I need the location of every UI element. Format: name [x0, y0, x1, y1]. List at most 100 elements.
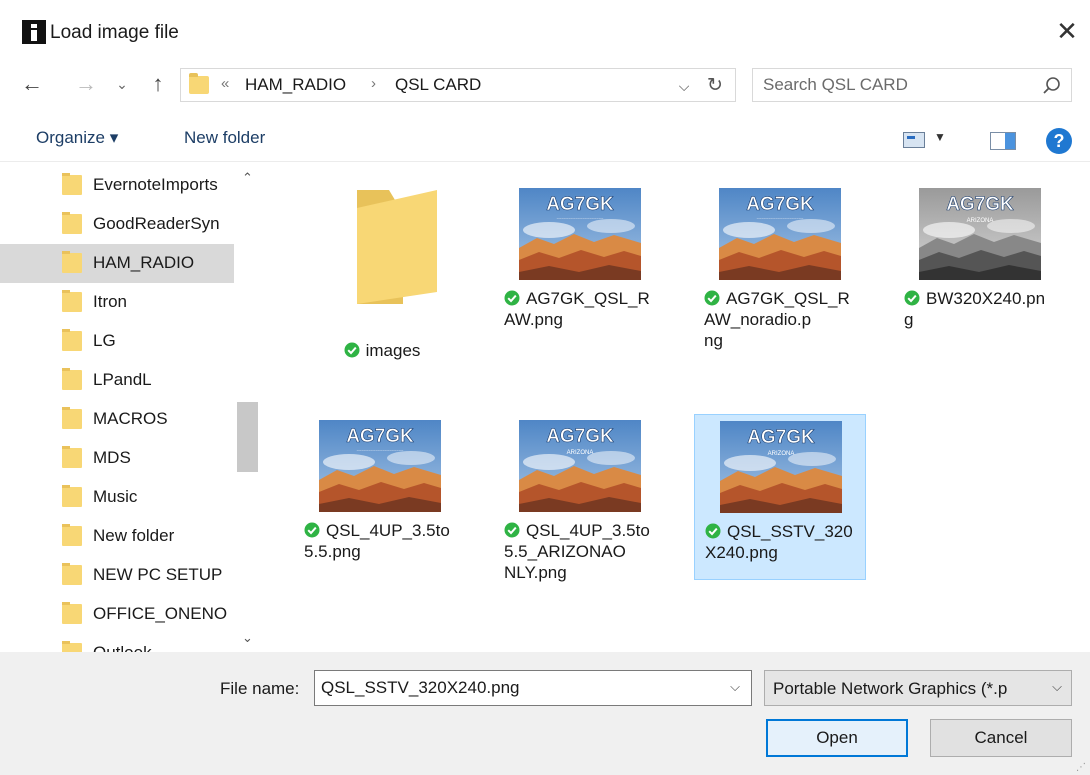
svg-text:ARIZONA: ARIZONA: [967, 218, 994, 224]
folder-icon: [62, 212, 82, 234]
sync-status-icon: [705, 523, 721, 539]
image-thumbnail: AG7GK ARIZONA: [519, 420, 641, 512]
sync-status-icon: [504, 290, 520, 306]
image-thumbnail: AG7GK ARIZONA: [919, 188, 1041, 280]
nav-item[interactable]: NEW PC SETUP: [0, 556, 234, 595]
preview-pane-icon[interactable]: [990, 132, 1016, 150]
svg-text:ARIZONA: ARIZONA: [567, 450, 594, 456]
file-list: images AG7GK ~~~~~~~~~~~~~~~~~~~~ AG7GK_QSL…: [264, 164, 1090, 652]
back-button[interactable]: ←: [18, 70, 46, 98]
folder-icon: [62, 602, 82, 624]
folder-icon: [62, 173, 82, 195]
search-icon[interactable]: [1041, 75, 1063, 97]
folder-icon: [62, 446, 82, 468]
sync-status-icon: [504, 522, 520, 538]
scroll-thumb[interactable]: [237, 402, 258, 472]
file-name-line: AG7GK_QSL_R: [526, 289, 650, 308]
svg-text:~~~~~~~~~~~~~~~~~~~~: ~~~~~~~~~~~~~~~~~~~~: [757, 216, 804, 221]
organize-button[interactable]: Organize ▾: [36, 128, 118, 148]
file-name-line: QSL_4UP_3.5to: [526, 521, 650, 540]
nav-item[interactable]: LG: [0, 322, 234, 361]
nav-item[interactable]: LPandL: [0, 361, 234, 400]
file-name-dropdown-button[interactable]: ⌵: [725, 679, 745, 699]
file-name-line: NLY.png: [504, 563, 567, 582]
cancel-button[interactable]: Cancel: [930, 719, 1072, 757]
file-type-dropdown-arrow[interactable]: ⌵: [1047, 679, 1067, 699]
nav-item[interactable]: HAM_RADIO: [0, 244, 234, 283]
folder-icon: [189, 73, 209, 94]
nav-item-label: GoodReaderSyn: [93, 214, 220, 233]
recent-locations-button[interactable]: ⌄: [108, 70, 136, 98]
nav-item[interactable]: Outlook: [0, 634, 234, 652]
view-options-dropdown[interactable]: ▼: [934, 130, 946, 144]
file-item[interactable]: AG7GK ~~~~~~~~~~~~~~~~~~~~ AG7GK_QSL_R AW_n…: [694, 182, 866, 350]
breadcrumb-overflow[interactable]: «: [221, 75, 229, 92]
up-folder-button[interactable]: ↑: [144, 70, 172, 98]
file-name-input[interactable]: [321, 676, 711, 700]
nav-item-label: EvernoteImports: [93, 175, 218, 194]
resize-grip[interactable]: ⋰: [1076, 762, 1086, 773]
svg-text:AG7GK: AG7GK: [746, 194, 814, 215]
sync-status-icon: [704, 290, 720, 306]
nav-item[interactable]: MDS: [0, 439, 234, 478]
nav-item[interactable]: GoodReaderSyn: [0, 205, 234, 244]
file-name-combobox[interactable]: ⌵: [314, 670, 752, 706]
nav-item-label: LG: [93, 331, 116, 350]
file-name-line: g: [904, 310, 914, 329]
scroll-down-arrow[interactable]: ⌄: [235, 630, 260, 648]
folder-icon: [62, 563, 82, 585]
file-name-line: AW_noradio.p: [704, 310, 812, 329]
nav-item-label: LPandL: [93, 370, 152, 389]
svg-text:AG7GK: AG7GK: [946, 194, 1014, 215]
file-dialog-footer: File name: ⌵ Portable Network Graphics (…: [0, 652, 1090, 775]
refresh-button[interactable]: ↻: [701, 73, 729, 99]
nav-item[interactable]: Itron: [0, 283, 234, 322]
address-bar[interactable]: « HAM_RADIO › QSL CARD ⌵ ↻: [180, 68, 736, 102]
close-button[interactable]: ✕: [1050, 14, 1084, 48]
search-box[interactable]: [752, 68, 1072, 102]
file-item[interactable]: AG7GK ARIZONA BW320X240.pn g: [894, 182, 1066, 348]
nav-item[interactable]: EvernoteImports: [0, 166, 234, 205]
file-item[interactable]: AG7GK ARIZONA QSL_4UP_3.5to 5.5_ARIZONAO NLY…: [494, 414, 666, 583]
command-bar: Organize ▾ New folder ▼ ?: [0, 116, 1090, 162]
file-item[interactable]: AG7GK ARIZONA QSL_SSTV_320 X240.png: [694, 414, 866, 580]
forward-button[interactable]: →: [72, 70, 100, 98]
file-type-select[interactable]: Portable Network Graphics (*.p ⌵: [764, 670, 1072, 706]
scroll-up-arrow[interactable]: ⌃: [235, 170, 260, 188]
nav-item[interactable]: New folder: [0, 517, 234, 556]
address-dropdown-button[interactable]: ⌵: [673, 75, 695, 97]
search-input[interactable]: [763, 73, 1023, 97]
change-view-icon[interactable]: [903, 132, 925, 148]
nav-scrollbar[interactable]: ⌃ ⌄: [235, 164, 260, 652]
image-thumbnail: AG7GK ~~~~~~~~~~~~~~~~~~~~: [519, 188, 641, 280]
image-thumbnail: AG7GK ARIZONA: [720, 421, 842, 513]
file-name-line: ng: [704, 331, 723, 350]
file-name-line: AW.png: [504, 310, 563, 329]
breadcrumb-separator[interactable]: ›: [371, 75, 376, 92]
nav-item[interactable]: Music: [0, 478, 234, 517]
nav-item[interactable]: MACROS: [0, 400, 234, 439]
file-name-line: X240.png: [705, 543, 778, 562]
breadcrumb-ham-radio[interactable]: HAM_RADIO: [245, 75, 346, 95]
nav-item-label: NEW PC SETUP: [93, 565, 223, 584]
folder-item[interactable]: images: [294, 178, 466, 378]
help-icon[interactable]: ?: [1046, 128, 1072, 154]
new-folder-button[interactable]: New folder: [184, 128, 265, 148]
file-name-line: 5.5.png: [304, 542, 361, 561]
folder-icon: [319, 180, 441, 310]
svg-text:AG7GK: AG7GK: [546, 426, 614, 447]
app-info-icon: [22, 20, 46, 44]
file-item[interactable]: AG7GK ~~~~~~~~~~~~~~~~~~~~ QSL_4UP_3.5to 5.…: [294, 414, 466, 580]
nav-item-label: New folder: [93, 526, 175, 545]
open-button[interactable]: Open: [766, 719, 908, 757]
file-item[interactable]: AG7GK ~~~~~~~~~~~~~~~~~~~~ AG7GK_QSL_R AW.p…: [494, 182, 666, 348]
breadcrumb-qsl-card[interactable]: QSL CARD: [395, 75, 481, 95]
nav-item[interactable]: OFFICE_ONENO: [0, 595, 234, 634]
file-name-label: QSL_4UP_3.5to 5.5_ARIZONAO NLY.png: [504, 520, 660, 583]
svg-text:AG7GK: AG7GK: [747, 427, 815, 448]
file-name-label: BW320X240.pn g: [904, 288, 1060, 330]
file-name-label: AG7GK_QSL_R AW.png: [504, 288, 660, 330]
svg-text:AG7GK: AG7GK: [346, 426, 414, 447]
file-name-line: QSL_SSTV_320: [727, 522, 853, 541]
svg-text:~~~~~~~~~~~~~~~~~~~~: ~~~~~~~~~~~~~~~~~~~~: [357, 448, 404, 453]
